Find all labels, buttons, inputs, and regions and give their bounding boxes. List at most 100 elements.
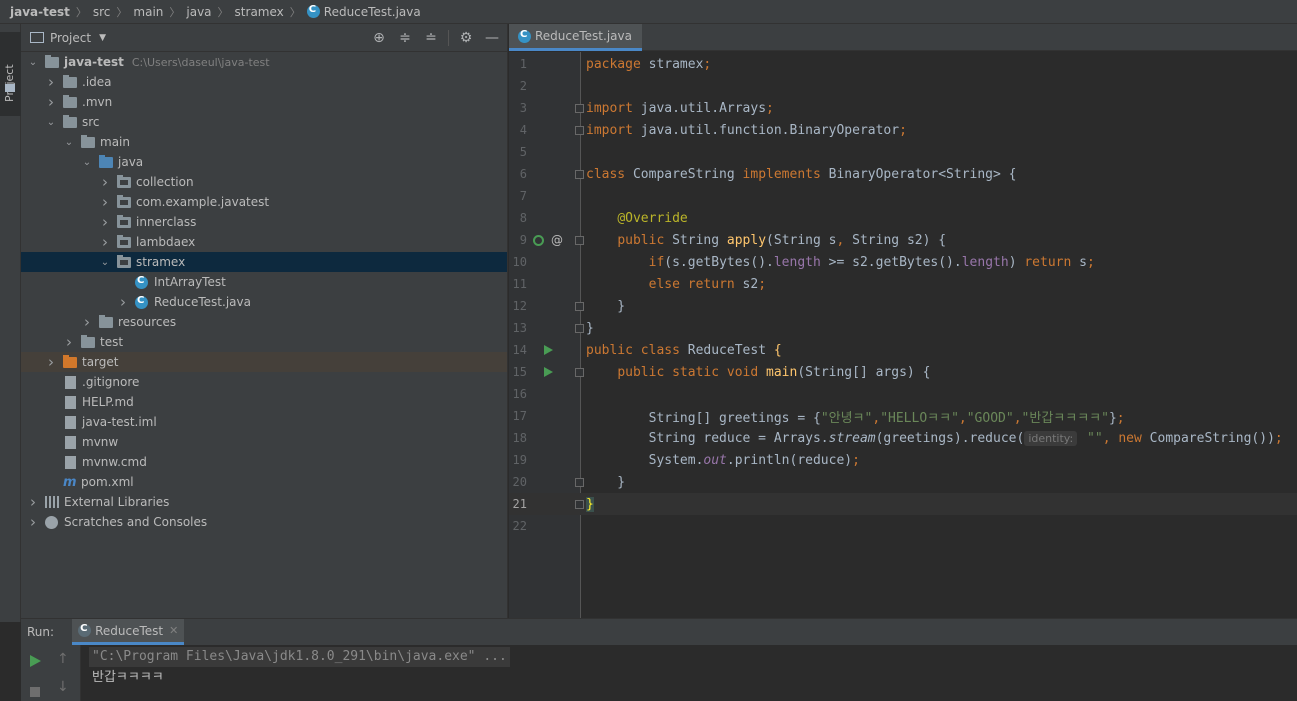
chevron-right-icon[interactable]: › xyxy=(27,513,39,531)
breadcrumb-java[interactable]: java xyxy=(186,5,211,19)
collapse-all-icon[interactable]: ≐ xyxy=(422,29,440,47)
code-token: , xyxy=(958,410,967,426)
tree-item-lambdaex[interactable]: › lambdaex xyxy=(21,232,507,252)
chevron-right-icon[interactable]: › xyxy=(45,353,57,371)
code-line[interactable]: 21} xyxy=(509,493,1297,515)
console-output[interactable]: "C:\Program Files\Java\jdk1.8.0_291\bin\… xyxy=(89,647,510,689)
code-line[interactable]: 5 xyxy=(509,141,1297,163)
gear-icon[interactable]: ⚙ xyxy=(457,29,475,47)
tree-item-main[interactable]: ⌄ main xyxy=(21,132,507,152)
console-command[interactable]: "C:\Program Files\Java\jdk1.8.0_291\bin\… xyxy=(89,647,510,667)
run-gutter-icon[interactable] xyxy=(544,345,553,355)
code-line[interactable]: 3 import java.util.Arrays; xyxy=(509,97,1297,119)
fold-marker-icon[interactable] xyxy=(575,323,584,333)
tree-item-resources[interactable]: › resources xyxy=(21,312,507,332)
chevron-down-icon[interactable]: ⌄ xyxy=(81,157,93,168)
breadcrumb-file[interactable]: ReduceTest.java xyxy=(306,4,421,19)
tree-item-test[interactable]: › test xyxy=(21,332,507,352)
tree-item-innerclass[interactable]: › innerclass xyxy=(21,212,507,232)
tree-item-pom-xml[interactable]: m pom.xml xyxy=(21,472,507,492)
code-line[interactable]: 1 package stramex; xyxy=(509,53,1297,75)
minimize-icon[interactable]: — xyxy=(483,29,501,47)
chevron-right-icon[interactable]: › xyxy=(99,213,111,231)
chevron-down-icon[interactable]: ⌄ xyxy=(99,257,111,268)
fold-marker-icon[interactable] xyxy=(575,169,584,179)
tree-item-src[interactable]: ⌄ src xyxy=(21,112,507,132)
chevron-right-icon[interactable]: › xyxy=(117,293,129,311)
chevron-right-icon[interactable]: › xyxy=(99,193,111,211)
override-icon[interactable] xyxy=(533,234,544,246)
close-icon[interactable]: ✕ xyxy=(169,624,178,637)
tree-item-mvn[interactable]: › .mvn xyxy=(21,92,507,112)
fold-marker-icon[interactable] xyxy=(575,367,584,377)
run-tab-reducetest[interactable]: ReduceTest ✕ xyxy=(72,619,185,645)
locate-icon[interactable]: ⊕ xyxy=(370,29,388,47)
chevron-right-icon[interactable]: › xyxy=(81,313,93,331)
chevron-right-icon[interactable]: › xyxy=(27,493,39,511)
tree-item-target[interactable]: › target xyxy=(21,352,507,372)
breadcrumb-src[interactable]: src xyxy=(93,5,111,19)
chevron-down-icon[interactable]: ⌄ xyxy=(45,117,57,128)
code-line[interactable]: 9 @ public String apply(String s, String … xyxy=(509,229,1297,251)
breadcrumb-java-test[interactable]: java-test xyxy=(10,5,70,19)
code-line[interactable]: 7 xyxy=(509,185,1297,207)
breadcrumb-main[interactable]: main xyxy=(133,5,163,19)
tree-item-mvnw-cmd[interactable]: mvnw.cmd xyxy=(21,452,507,472)
code-line[interactable]: 12 } xyxy=(509,295,1297,317)
fold-marker-icon[interactable] xyxy=(575,499,584,509)
chevron-down-icon[interactable]: ▼ xyxy=(99,33,106,43)
chevron-down-icon[interactable]: ⌄ xyxy=(27,57,39,68)
arrow-down-icon[interactable]: ↓ xyxy=(57,679,69,695)
tree-item-java-test[interactable]: ⌄ java-test C:\Users\daseul\java-test xyxy=(21,52,507,72)
chevron-down-icon[interactable]: ⌄ xyxy=(63,137,75,148)
code-line[interactable]: 22 xyxy=(509,515,1297,537)
stop-icon[interactable] xyxy=(30,687,40,697)
code-line[interactable]: 16 xyxy=(509,383,1297,405)
fold-marker-icon[interactable] xyxy=(575,125,584,135)
code-line[interactable]: 19 System.out.println(reduce); xyxy=(509,449,1297,471)
fold-marker-icon[interactable] xyxy=(575,235,584,245)
code-line[interactable]: 20 } xyxy=(509,471,1297,493)
code-line[interactable]: 13} xyxy=(509,317,1297,339)
run-gutter-icon[interactable] xyxy=(544,367,553,377)
chevron-right-icon[interactable]: › xyxy=(45,93,57,111)
tree-item-mvnw[interactable]: mvnw xyxy=(21,432,507,452)
tree-item-intarraytest[interactable]: IntArrayTest xyxy=(21,272,507,292)
tree-item-java[interactable]: ⌄ java xyxy=(21,152,507,172)
code-line[interactable]: 17 String[] greetings = {"안녕ㅋ","HELLOㅋㅋ"… xyxy=(509,405,1297,427)
code-line[interactable]: 8 @Override xyxy=(509,207,1297,229)
tree-item-scratches-and-consoles[interactable]: › Scratches and Consoles xyxy=(21,512,507,532)
chevron-right-icon[interactable]: › xyxy=(45,73,57,91)
chevron-right-icon[interactable]: › xyxy=(63,333,75,351)
tree-item-stramex[interactable]: ⌄ stramex xyxy=(21,252,507,272)
code-line[interactable]: 14 public class ReduceTest { xyxy=(509,339,1297,361)
tree-item-external-libraries[interactable]: › External Libraries xyxy=(21,492,507,512)
project-view-selector[interactable]: Project xyxy=(50,31,91,45)
chevron-right-icon[interactable]: › xyxy=(99,173,111,191)
code-line[interactable]: 4 import java.util.function.BinaryOperato… xyxy=(509,119,1297,141)
project-tool-tab[interactable]: Project xyxy=(0,32,21,116)
expand-all-icon[interactable]: ≑ xyxy=(396,29,414,47)
chevron-right-icon[interactable]: › xyxy=(99,233,111,251)
tree-item-gitignore[interactable]: .gitignore xyxy=(21,372,507,392)
tree-item-collection[interactable]: › collection xyxy=(21,172,507,192)
fold-marker-icon[interactable] xyxy=(575,301,584,311)
tree-item-java-test-iml[interactable]: java-test.iml xyxy=(21,412,507,432)
arrow-up-icon[interactable]: ↑ xyxy=(57,651,69,667)
tab-reducetest[interactable]: ReduceTest.java xyxy=(509,24,642,51)
tree-item-reducetest-java[interactable]: › ReduceTest.java xyxy=(21,292,507,312)
code-line[interactable]: 6 class CompareString implements BinaryOp… xyxy=(509,163,1297,185)
code-line[interactable]: 10 if(s.getBytes().length >= s2.getBytes… xyxy=(509,251,1297,273)
code-line[interactable]: 15 public static void main(String[] args… xyxy=(509,361,1297,383)
tree-item-idea[interactable]: › .idea xyxy=(21,72,507,92)
breadcrumb-stramex[interactable]: stramex xyxy=(235,5,284,19)
rerun-icon[interactable] xyxy=(30,655,41,667)
tree-item-com-example-javatest[interactable]: › com.example.javatest xyxy=(21,192,507,212)
fold-marker-icon[interactable] xyxy=(575,103,584,113)
annotation-icon[interactable]: @ xyxy=(551,233,563,247)
fold-marker-icon[interactable] xyxy=(575,477,584,487)
code-line[interactable]: 18 String reduce = Arrays.stream(greetin… xyxy=(509,427,1297,449)
tree-item-help-md[interactable]: HELP.md xyxy=(21,392,507,412)
code-line[interactable]: 2 xyxy=(509,75,1297,97)
code-line[interactable]: 11 else return s2; xyxy=(509,273,1297,295)
